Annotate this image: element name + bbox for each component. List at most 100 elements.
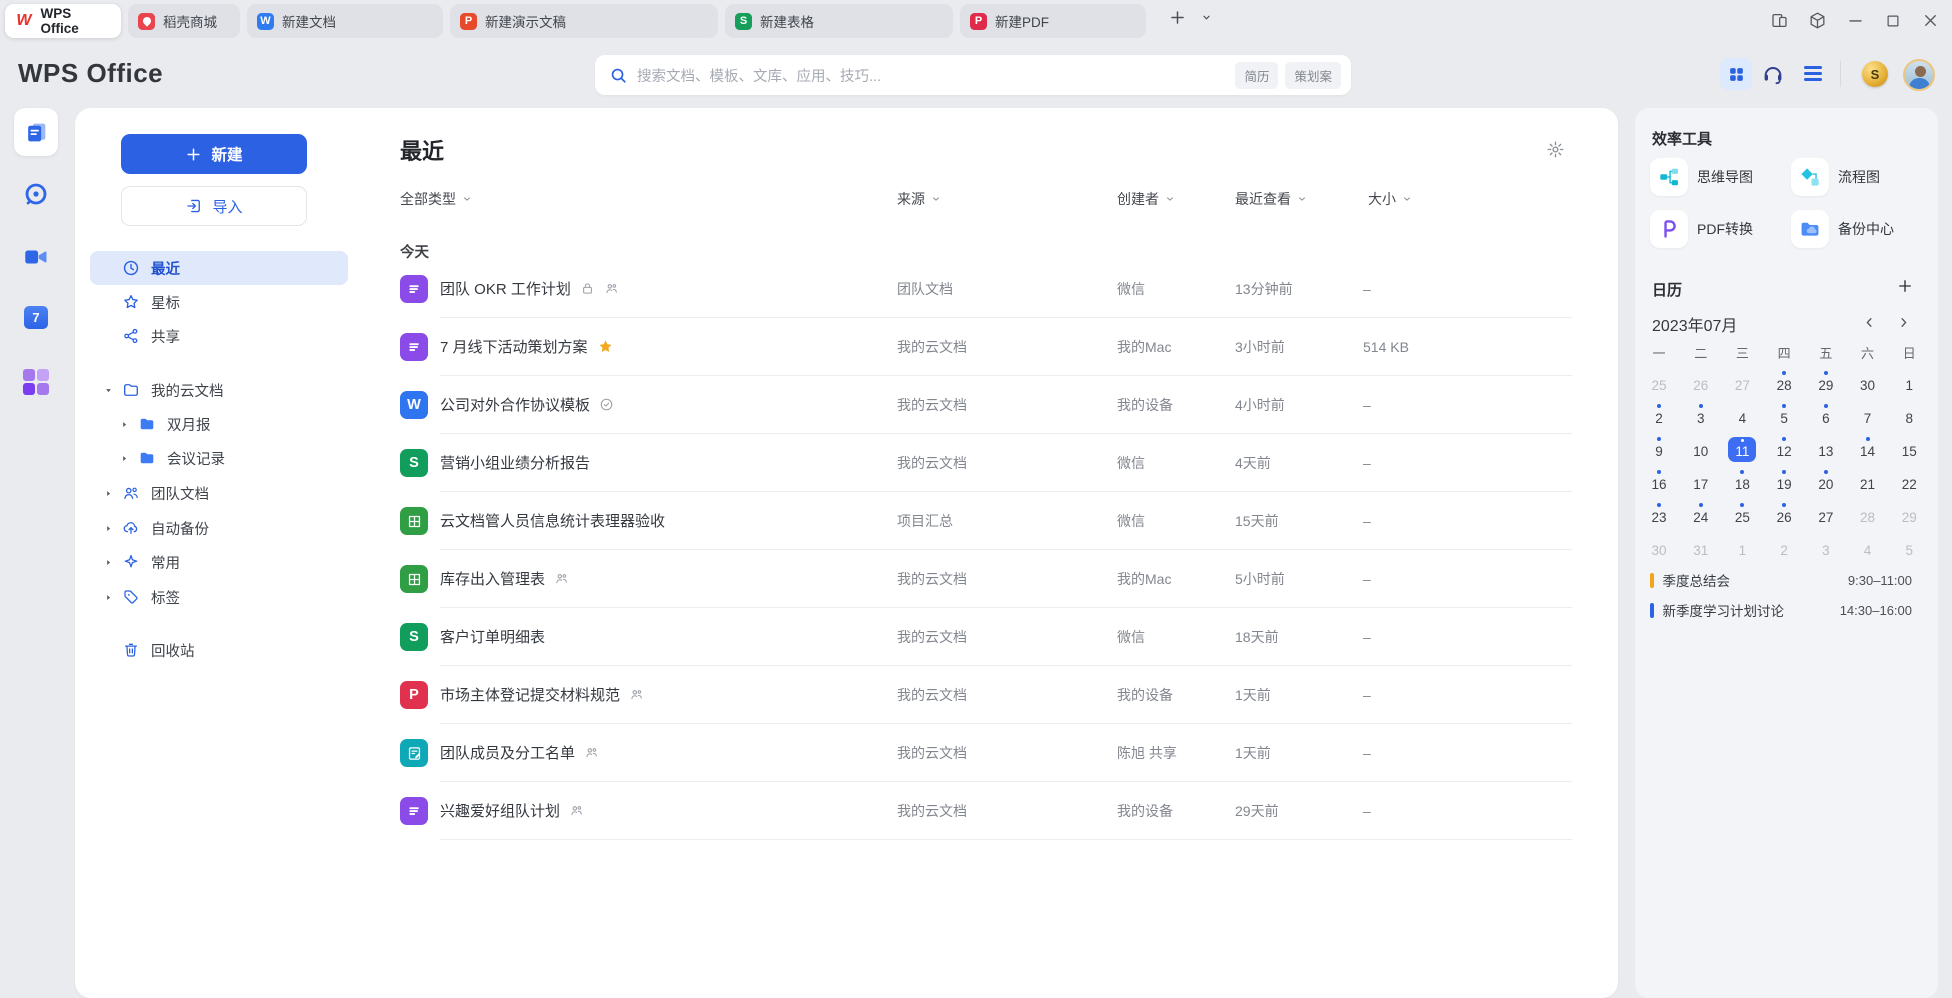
more-apps-icon[interactable]	[23, 369, 49, 395]
filter-1[interactable]: 来源	[897, 189, 942, 209]
calendar-day[interactable]: 12	[1763, 431, 1805, 464]
calendar-day[interactable]: 21	[1847, 464, 1889, 497]
new-document-button[interactable]: 新建	[121, 134, 307, 174]
calendar-day[interactable]: 23	[1638, 497, 1680, 530]
calendar-day[interactable]: 6	[1805, 398, 1847, 431]
calendar-day[interactable]: 9	[1638, 431, 1680, 464]
calendar-day[interactable]: 18	[1721, 464, 1763, 497]
file-row[interactable]: S客户订单明细表我的云文档微信18天前–	[400, 608, 1572, 666]
workspace-box-icon[interactable]	[1808, 11, 1827, 30]
file-row[interactable]: 7 月线下活动策划方案我的云文档我的Mac3小时前514 KB	[400, 318, 1572, 376]
file-row[interactable]: 兴趣爱好组队计划我的云文档我的设备29天前–	[400, 782, 1572, 840]
file-row[interactable]: 团队成员及分工名单我的云文档陈旭 共享1天前–	[400, 724, 1572, 782]
search-tag[interactable]: 策划案	[1285, 62, 1341, 89]
calendar-day[interactable]: 29	[1805, 365, 1847, 398]
calendar-day[interactable]: 14	[1847, 431, 1889, 464]
calendar-prev-icon[interactable]	[1862, 315, 1877, 330]
member-badge-icon[interactable]: S	[1862, 61, 1888, 87]
filter-4[interactable]: 大小	[1368, 189, 1413, 209]
calendar-day[interactable]: 24	[1680, 497, 1722, 530]
file-row[interactable]: 库存出入管理表我的云文档我的Mac5小时前–	[400, 550, 1572, 608]
sidebar-item-folder-fill[interactable]: 双月报	[90, 407, 348, 441]
maximize-icon[interactable]	[1884, 12, 1902, 30]
file-row[interactable]: 团队 OKR 工作计划团队文档微信13分钟前–	[400, 260, 1572, 318]
calendar-day[interactable]: 28	[1763, 365, 1805, 398]
calendar-day[interactable]: 10	[1680, 431, 1722, 464]
tool-backup-center[interactable]: 备份中心	[1791, 210, 1931, 248]
calendar-day[interactable]: 3	[1805, 530, 1847, 563]
tool-flowchart[interactable]: 流程图	[1791, 158, 1931, 196]
messages-icon[interactable]	[23, 181, 49, 207]
customer-service-icon[interactable]	[1761, 62, 1785, 86]
gear-icon[interactable]	[1546, 140, 1565, 159]
calendar-day[interactable]: 17	[1680, 464, 1722, 497]
calendar-day[interactable]: 16	[1638, 464, 1680, 497]
sidebar-item-trash[interactable]: 回收站	[90, 633, 348, 667]
file-row[interactable]: 云文档管人员信息统计表理器验收项目汇总微信15天前–	[400, 492, 1572, 550]
calendar-day[interactable]: 2	[1763, 530, 1805, 563]
calendar-day[interactable]: 15	[1888, 431, 1930, 464]
calendar-day[interactable]: 1	[1888, 365, 1930, 398]
calendar-next-icon[interactable]	[1896, 315, 1911, 330]
caret-down-icon[interactable]	[102, 384, 120, 397]
sidebar-item-tag[interactable]: 标签	[90, 580, 348, 614]
tab-writer[interactable]: W新建文档	[247, 4, 443, 38]
calendar-day[interactable]: 5	[1888, 530, 1930, 563]
tab-wps-logo[interactable]: WWPS Office	[5, 4, 121, 38]
calendar-day[interactable]: 27	[1805, 497, 1847, 530]
caret-right-icon[interactable]	[118, 452, 136, 465]
calendar-event[interactable]: 季度总结会9:30–11:00	[1650, 570, 1912, 590]
search-bar[interactable]: 搜索文档、模板、文库、应用、技巧... 简历策划案	[595, 55, 1351, 95]
calendar-day[interactable]: 22	[1888, 464, 1930, 497]
calendar-day[interactable]: 25	[1638, 365, 1680, 398]
file-row[interactable]: W公司对外合作协议模板我的云文档我的设备4小时前–	[400, 376, 1572, 434]
file-row[interactable]: S营销小组业绩分析报告我的云文档微信4天前–	[400, 434, 1572, 492]
avatar[interactable]	[1903, 59, 1935, 91]
calendar-day[interactable]: 13	[1805, 431, 1847, 464]
calendar-day[interactable]: 5	[1763, 398, 1805, 431]
caret-right-icon[interactable]	[102, 556, 120, 569]
calendar-day[interactable]: 2	[1638, 398, 1680, 431]
sidebar-item-folder-fill[interactable]: 会议记录	[90, 441, 348, 475]
calendar-day[interactable]: 27	[1721, 365, 1763, 398]
tab-list-chevron-icon[interactable]	[1199, 10, 1214, 25]
caret-right-icon[interactable]	[102, 522, 120, 535]
caret-right-icon[interactable]	[102, 487, 120, 500]
mobile-link-icon[interactable]	[1770, 11, 1789, 30]
calendar-7-icon[interactable]: 7	[24, 306, 48, 329]
close-icon[interactable]	[1921, 11, 1940, 30]
minimize-icon[interactable]	[1846, 11, 1865, 30]
tool-pdf-convert[interactable]: PDF转换	[1650, 210, 1790, 248]
import-button[interactable]: 导入	[121, 186, 307, 226]
calendar-day[interactable]: 8	[1888, 398, 1930, 431]
main-menu-icon[interactable]	[1804, 66, 1822, 81]
sidebar-item-team[interactable]: 团队文档	[90, 476, 348, 510]
caret-right-icon[interactable]	[102, 591, 120, 604]
sidebar-item-clock[interactable]: 最近	[90, 251, 348, 285]
calendar-day[interactable]: 1	[1721, 530, 1763, 563]
calendar-day[interactable]: 30	[1638, 530, 1680, 563]
calendar-day[interactable]: 28	[1847, 497, 1889, 530]
calendar-day[interactable]: 4	[1721, 398, 1763, 431]
sidebar-item-star[interactable]: 星标	[90, 285, 348, 319]
tab-docer[interactable]: 稻壳商城	[128, 4, 240, 38]
new-tab-plus-icon[interactable]	[1168, 8, 1187, 27]
sidebar-item-pin[interactable]: 常用	[90, 545, 348, 579]
calendar-day[interactable]: 7	[1847, 398, 1889, 431]
calendar-day[interactable]: 3	[1680, 398, 1722, 431]
calendar-day[interactable]: 25	[1721, 497, 1763, 530]
calendar-day[interactable]: 20	[1805, 464, 1847, 497]
search-tag[interactable]: 简历	[1235, 62, 1278, 89]
add-event-plus-icon[interactable]	[1896, 277, 1914, 295]
tab-pdf[interactable]: P新建PDF	[960, 4, 1146, 38]
calendar-day-selected[interactable]: 11	[1721, 431, 1763, 464]
tab-spreadsheet[interactable]: S新建表格	[725, 4, 953, 38]
calendar-day[interactable]: 26	[1763, 497, 1805, 530]
calendar-day[interactable]: 29	[1888, 497, 1930, 530]
filter-0[interactable]: 全部类型	[400, 189, 473, 209]
tab-presentation[interactable]: P新建演示文稿	[450, 4, 718, 38]
sidebar-item-cloud-backup[interactable]: 自动备份	[90, 511, 348, 545]
filter-2[interactable]: 创建者	[1117, 189, 1176, 209]
caret-right-icon[interactable]	[118, 418, 136, 431]
file-row[interactable]: P市场主体登记提交材料规范我的云文档我的设备1天前–	[400, 666, 1572, 724]
